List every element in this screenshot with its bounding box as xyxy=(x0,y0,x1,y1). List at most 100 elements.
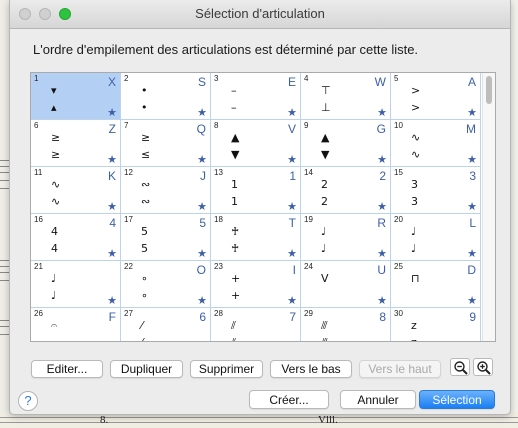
select-button[interactable]: Sélection xyxy=(419,390,495,409)
cell-number: 25 xyxy=(394,262,403,271)
star-icon: ★ xyxy=(197,295,207,307)
articulation-cell[interactable]: 18 T ♰ ♰ ★ xyxy=(211,214,301,261)
articulation-glyph-above: 5 xyxy=(141,225,148,238)
cell-shortcut-key: F xyxy=(108,310,116,324)
move-down-button[interactable]: Vers le bas xyxy=(270,360,352,378)
cell-number: 21 xyxy=(34,262,43,271)
cell-shortcut-key: 7 xyxy=(289,310,296,324)
articulation-glyph-above: ⊤ xyxy=(321,84,331,97)
articulation-cell[interactable]: 276⁄⁄★ xyxy=(121,308,211,341)
cell-shortcut-key: V xyxy=(287,122,296,136)
articulation-cell[interactable]: 22 O ∘ ∘ ★ xyxy=(121,261,211,308)
articulation-cell[interactable]: 9 G ▲ ▼ ★ xyxy=(301,120,391,167)
zoom-in-button[interactable] xyxy=(473,358,493,376)
articulation-cell[interactable]: 8 V ▲ ▼ ★ xyxy=(211,120,301,167)
articulation-glyph-above: ≥ xyxy=(51,131,61,144)
scrollbar-thumb[interactable] xyxy=(486,76,492,104)
articulation-glyph-below: + xyxy=(231,289,241,302)
cell-number: 30 xyxy=(394,309,403,318)
articulation-cell[interactable]: 20 L ♩ ♩ ★ xyxy=(391,214,481,261)
zoom-in-icon xyxy=(477,361,491,375)
articulation-glyph-below: ♩ xyxy=(51,289,57,302)
articulation-glyph-below: 2 xyxy=(321,195,328,208)
articulation-cell[interactable]: 6 Z ≥ ≥ ★ xyxy=(31,120,121,167)
articulation-glyph-below: • xyxy=(141,101,148,114)
articulation-cell[interactable]: 13 1 1 1 ★ xyxy=(211,167,301,214)
articulation-cell[interactable]: 15 3 3 3 ★ xyxy=(391,167,481,214)
cell-number: 12 xyxy=(124,168,133,177)
cell-shortcut-key: O xyxy=(196,263,206,277)
articulation-cell[interactable]: 7 Q ≥ ≤ ★ xyxy=(121,120,211,167)
star-icon: ★ xyxy=(467,201,477,213)
zoom-out-button[interactable] xyxy=(450,358,470,376)
articulation-glyph-below: > xyxy=(411,101,421,114)
articulation-glyph-below: 𝄑 xyxy=(51,337,57,342)
articulation-cell[interactable]: 309zz★ xyxy=(391,308,481,341)
articulation-glyph-above: ≥ xyxy=(141,131,151,144)
articulation-cell[interactable]: 19 R ♩ ♩ ★ xyxy=(301,214,391,261)
cell-number: 18 xyxy=(214,215,223,224)
cell-number: 4 xyxy=(304,74,309,83)
articulation-cell[interactable]: 16 4 4 4 ★ xyxy=(31,214,121,261)
articulation-glyph-below: ▴ xyxy=(51,101,57,114)
window-title: Sélection d'articulation xyxy=(195,6,325,21)
articulation-glyph-above: ∾ xyxy=(141,178,151,191)
articulation-glyph-below: 5 xyxy=(141,242,148,255)
cell-shortcut-key: K xyxy=(107,169,116,183)
cell-number: 23 xyxy=(214,262,223,271)
cell-shortcut-key: D xyxy=(467,263,476,277)
cell-shortcut-key: G xyxy=(376,122,386,136)
duplicate-button[interactable]: Dupliquer xyxy=(110,360,183,378)
articulation-list[interactable]: 1 X ▾ ▴ ★ 2 S • • ★ 3 E – – ★ 4 W ⊤ ⊥ ★ 5 A > > ★ 6 Z ≥ ≥ ★ 7 Q ≥ ≤ ★ 8 V ▲ ▼ ★… xyxy=(30,72,496,342)
articulation-cell[interactable]: 1 X ▾ ▴ ★ xyxy=(31,73,121,120)
articulation-cell[interactable]: 24 U V ★ xyxy=(301,261,391,308)
articulation-glyph-above: ▲ xyxy=(321,131,330,144)
articulation-glyph-above: ♩ xyxy=(411,225,417,238)
delete-button[interactable]: Supprimer xyxy=(190,360,263,378)
cell-number: 5 xyxy=(394,74,399,83)
articulation-cell[interactable]: 4 W ⊤ ⊥ ★ xyxy=(301,73,391,120)
background-text-left: 8. xyxy=(100,414,109,426)
star-icon: ★ xyxy=(197,154,207,166)
articulation-glyph-below: 4 xyxy=(51,242,58,255)
cell-shortcut-key: S xyxy=(197,75,206,89)
star-icon: ★ xyxy=(467,248,477,260)
cell-number: 3 xyxy=(214,74,219,83)
cancel-button[interactable]: Annuler xyxy=(340,390,416,409)
cell-shortcut-key: A xyxy=(467,75,476,89)
articulation-cell[interactable]: 287⫽⫽★ xyxy=(211,308,301,341)
articulation-glyph-below: ∿ xyxy=(51,195,61,208)
articulation-glyph-above: ⫻ xyxy=(321,319,328,332)
articulation-cell[interactable]: 21 ♩ ♩ ★ xyxy=(31,261,121,308)
articulation-glyph-above: V xyxy=(321,272,329,285)
articulation-cell[interactable]: 12 J ∾ ∾ ★ xyxy=(121,167,211,214)
articulation-cell[interactable]: 17 5 5 5 ★ xyxy=(121,214,211,261)
articulation-cell[interactable]: 3 E – – ★ xyxy=(211,73,301,120)
articulation-cell[interactable]: 2 S • • ★ xyxy=(121,73,211,120)
articulation-cell[interactable]: 25 D ⊓ ★ xyxy=(391,261,481,308)
edit-button[interactable]: Editer... xyxy=(31,360,103,378)
articulation-glyph-above: ∿ xyxy=(51,178,61,191)
articulation-glyph-below: ▼ xyxy=(321,148,330,161)
star-icon: ★ xyxy=(197,248,207,260)
articulation-glyph-below: 1 xyxy=(231,195,238,208)
articulation-cell[interactable]: 5 A > > ★ xyxy=(391,73,481,120)
help-button[interactable]: ? xyxy=(18,391,38,411)
articulation-cell[interactable]: 26F𝄐𝄑★ xyxy=(31,308,121,342)
articulation-glyph-below: 3 xyxy=(411,195,418,208)
articulation-cell[interactable]: 10 M ∿ ∿ ★ xyxy=(391,120,481,167)
articulation-glyph-above: – xyxy=(231,84,237,97)
articulation-cell[interactable]: 14 2 2 2 ★ xyxy=(301,167,391,214)
cell-number: 17 xyxy=(124,215,133,224)
cell-shortcut-key: 6 xyxy=(199,310,206,324)
cell-shortcut-key: X xyxy=(107,75,116,89)
star-icon: ★ xyxy=(107,295,117,307)
articulation-cell[interactable]: 23 I + + ★ xyxy=(211,261,301,308)
articulation-glyph-below: ♩ xyxy=(321,242,327,255)
star-icon: ★ xyxy=(377,295,387,307)
articulation-cell[interactable]: 298⫻⫻★ xyxy=(301,308,391,341)
create-button[interactable]: Créer... xyxy=(249,390,329,409)
vertical-scrollbar[interactable] xyxy=(482,73,495,341)
articulation-cell[interactable]: 11 K ∿ ∿ ★ xyxy=(31,167,121,214)
cell-shortcut-key: R xyxy=(377,216,386,230)
